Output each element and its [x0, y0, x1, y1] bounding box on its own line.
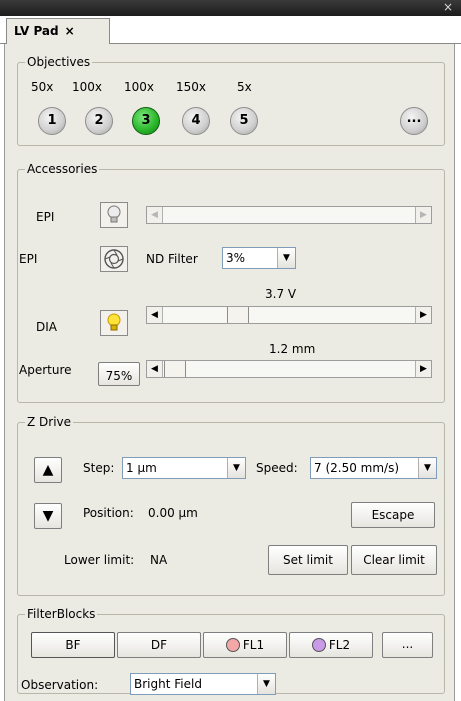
observation-value: Bright Field — [134, 677, 202, 691]
fl1-color-icon — [225, 638, 240, 652]
step-select[interactable]: 1 µm ▼ — [122, 457, 246, 479]
filter-fl1-button[interactable]: FL1 — [203, 632, 287, 658]
objective-1-magnification: 50x — [31, 80, 54, 94]
z-drive-group: Z Drive ▲ Step: 1 µm ▼ Speed: 7 (2.50 mm… — [17, 415, 445, 596]
step-label: Step: — [83, 461, 115, 475]
chevron-down-icon[interactable]: ▼ — [277, 248, 295, 268]
filter-more-button[interactable]: ... — [382, 632, 433, 658]
objective-5-button[interactable]: 5 — [230, 107, 258, 135]
filter-df-button[interactable]: DF — [117, 632, 201, 658]
nd-filter-select[interactable]: 3% ▼ — [222, 247, 296, 269]
filter-bf-button[interactable]: BF — [31, 632, 115, 658]
speed-label: Speed: — [256, 461, 298, 475]
slider-left-arrow-icon[interactable]: ◀ — [147, 207, 163, 223]
observation-label: Observation: — [21, 678, 99, 692]
triangle-up-icon: ▲ — [42, 462, 54, 478]
filter-fl2-button[interactable]: FL2 — [289, 632, 373, 658]
objective-1-button[interactable]: 1 — [38, 107, 66, 135]
accessories-legend: Accessories — [25, 162, 100, 176]
chevron-down-icon[interactable]: ▼ — [257, 674, 275, 694]
filter-blocks-legend: FilterBlocks — [25, 607, 98, 621]
lower-limit-value: NA — [150, 553, 168, 567]
dia-label: DIA — [36, 320, 57, 334]
objective-5-magnification: 5x — [237, 80, 252, 94]
slider-thumb[interactable] — [227, 307, 249, 323]
slider-left-arrow-icon[interactable]: ◀ — [147, 361, 163, 377]
triangle-down-icon: ▼ — [42, 508, 54, 524]
window-titlebar: × — [0, 0, 461, 16]
epi-shutter-label: EPI — [19, 252, 38, 266]
objectives-group: Objectives 50x 100x 100x 150x 5x 1 2 3 4… — [17, 55, 445, 146]
shutter-icon — [104, 249, 124, 269]
epi-lamp-button[interactable] — [100, 202, 128, 228]
dia-voltage-label: 3.7 V — [265, 287, 297, 301]
nd-filter-label: ND Filter — [146, 252, 198, 266]
observation-select[interactable]: Bright Field ▼ — [130, 673, 276, 695]
tab-strip: LV Pad × — [0, 16, 461, 45]
filter-blocks-group: FilterBlocks BF DF FL1 FL2 ... Observati… — [17, 607, 445, 695]
lower-limit-label: Lower limit: — [64, 553, 135, 567]
slider-right-arrow-icon[interactable]: ▶ — [415, 307, 431, 323]
tab-close-icon[interactable]: × — [65, 24, 75, 38]
objective-2-magnification: 100x — [72, 80, 103, 94]
aperture-button[interactable]: 75% — [98, 362, 140, 386]
tab-label: LV Pad — [14, 24, 59, 38]
objective-3-button[interactable]: 3 — [132, 107, 160, 135]
slider-right-arrow-icon[interactable]: ▶ — [415, 207, 431, 223]
slider-right-arrow-icon[interactable]: ▶ — [415, 361, 431, 377]
nd-filter-value: 3% — [226, 251, 246, 265]
chevron-down-icon[interactable]: ▼ — [227, 458, 245, 478]
aperture-label: Aperture — [19, 363, 72, 377]
z-up-button[interactable]: ▲ — [34, 457, 62, 483]
fl1-label: FL1 — [242, 638, 265, 652]
slider-left-arrow-icon[interactable]: ◀ — [147, 307, 163, 323]
accessories-group: Accessories EPI ◀ ▶ EPI ND Filter 3% ▼ 3… — [17, 162, 445, 403]
fl2-label: FL2 — [328, 638, 351, 652]
lv-pad-panel: Objectives 50x 100x 100x 150x 5x 1 2 3 4… — [4, 44, 455, 701]
window-close-icon[interactable]: × — [443, 0, 453, 14]
z-down-button[interactable]: ▼ — [34, 503, 62, 529]
speed-select[interactable]: 7 (2.50 mm/s) ▼ — [310, 457, 437, 479]
tab-lv-pad[interactable]: LV Pad × — [6, 18, 110, 45]
objective-3-magnification: 100x — [124, 80, 155, 94]
slider-thumb[interactable] — [164, 361, 186, 377]
objectives-legend: Objectives — [25, 55, 93, 69]
z-drive-legend: Z Drive — [25, 415, 74, 429]
fl2-color-icon — [311, 638, 326, 652]
epi-lamp-slider[interactable]: ◀ ▶ — [146, 206, 432, 224]
lightbulb-on-icon — [107, 313, 121, 331]
position-value: 0.00 µm — [148, 506, 198, 520]
step-value: 1 µm — [126, 461, 157, 475]
position-label: Position: — [83, 506, 134, 520]
dia-lamp-button[interactable] — [100, 310, 128, 336]
aperture-slider[interactable]: ◀ ▶ — [146, 360, 432, 378]
objective-4-button[interactable]: 4 — [182, 107, 210, 135]
escape-button[interactable]: Escape — [351, 502, 435, 528]
chevron-down-icon[interactable]: ▼ — [418, 458, 436, 478]
epi-lamp-label: EPI — [36, 210, 55, 224]
speed-value: 7 (2.50 mm/s) — [314, 461, 400, 475]
epi-shutter-button[interactable] — [100, 246, 128, 272]
set-limit-button[interactable]: Set limit — [268, 545, 348, 575]
clear-limit-button[interactable]: Clear limit — [351, 545, 437, 575]
lightbulb-off-icon — [107, 205, 121, 223]
dia-voltage-slider[interactable]: ◀ ▶ — [146, 306, 432, 324]
objectives-more-button[interactable]: ... — [400, 107, 428, 135]
objective-2-button[interactable]: 2 — [85, 107, 113, 135]
objective-4-magnification: 150x — [176, 80, 207, 94]
aperture-size-label: 1.2 mm — [269, 342, 316, 356]
